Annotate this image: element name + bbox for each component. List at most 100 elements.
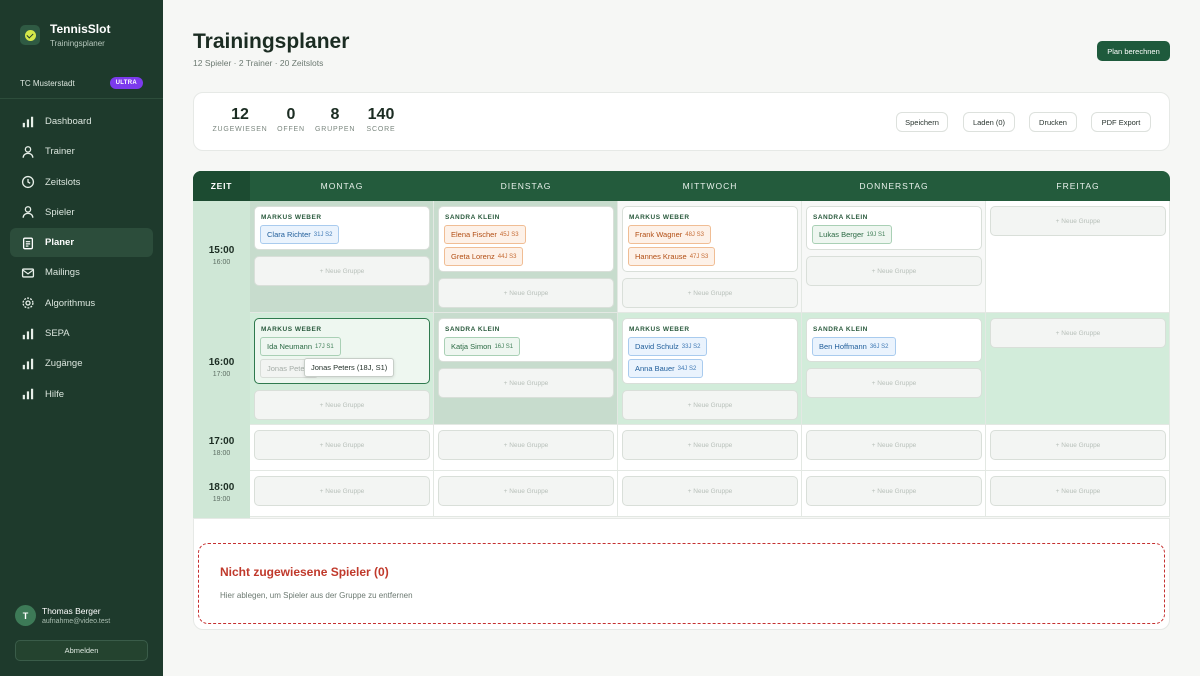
sidebar-item-algorithmus[interactable]: Algorithmus bbox=[10, 289, 153, 318]
player-chip[interactable]: Frank Wagner 48J S3 bbox=[628, 225, 711, 244]
player-meta: 19J S1 bbox=[866, 231, 886, 238]
group-trainer-name: SANDRA KLEIN bbox=[445, 214, 500, 221]
group-trainer-name: MARKUS WEBER bbox=[629, 214, 690, 221]
player-chip[interactable]: Ida Neumann 17J S1 bbox=[260, 337, 341, 356]
person-icon bbox=[20, 205, 35, 220]
app-name: TennisSlot bbox=[50, 22, 111, 36]
page-title: Trainingsplaner bbox=[193, 30, 350, 53]
training-group-card[interactable]: SANDRA KLEIN Ben Hoffmann 36J S2 bbox=[806, 318, 982, 362]
new-group-button[interactable]: + Neue Gruppe bbox=[254, 256, 430, 286]
new-group-button[interactable]: + Neue Gruppe bbox=[806, 256, 982, 286]
group-trainer-name: SANDRA KLEIN bbox=[445, 326, 500, 333]
player-name: Katja Simon bbox=[451, 342, 492, 351]
user-name: Thomas Berger bbox=[42, 606, 101, 616]
new-group-button[interactable]: + Neue Gruppe bbox=[990, 430, 1166, 460]
drag-preview-tooltip: Jonas Peters (18J, S1) bbox=[304, 358, 395, 377]
new-group-button[interactable]: + Neue Gruppe bbox=[622, 476, 798, 506]
sidebar-item-zeitslots[interactable]: Zeitslots bbox=[10, 168, 153, 197]
stat-label: SCORE bbox=[366, 126, 396, 133]
new-group-button[interactable]: + Neue Gruppe bbox=[622, 278, 798, 308]
avatar: T bbox=[15, 605, 36, 626]
save-button[interactable]: Speichern bbox=[896, 112, 948, 132]
training-group-card[interactable]: MARKUS WEBER Frank Wagner 48J S3 Hannes Kra… bbox=[622, 206, 798, 272]
player-meta: 17J S1 bbox=[315, 343, 334, 350]
new-group-button[interactable]: + Neue Gruppe bbox=[990, 318, 1166, 348]
player-name: Clara Richter bbox=[267, 230, 311, 239]
new-group-button[interactable]: + Neue Gruppe bbox=[438, 476, 614, 506]
sidebar: TennisSlot Trainingsplaner TC Musterstad… bbox=[0, 0, 163, 676]
player-meta: 48J S3 bbox=[685, 231, 704, 238]
new-group-button[interactable]: + Neue Gruppe bbox=[254, 430, 430, 460]
new-group-button[interactable]: + Neue Gruppe bbox=[806, 368, 982, 398]
sidebar-item-planer[interactable]: Planer bbox=[10, 228, 153, 258]
bar-chart-icon bbox=[20, 387, 35, 402]
player-chip[interactable]: Katja Simon 16J S1 bbox=[444, 337, 521, 356]
time-column: 15:00 16:00 16:00 17:00 17:00 18:00 18:00 19:00 bbox=[193, 201, 250, 518]
day-header-donnerstag: DONNERSTAG bbox=[859, 181, 929, 191]
unassigned-hint: Hier ablegen, um Spieler aus der Gruppe … bbox=[220, 591, 413, 600]
group-trainer-name: MARKUS WEBER bbox=[629, 326, 690, 333]
new-group-button[interactable]: + Neue Gruppe bbox=[806, 476, 982, 506]
new-group-button[interactable]: + Neue Gruppe bbox=[990, 476, 1166, 506]
day-header-freitag: FREITAG bbox=[1056, 181, 1100, 191]
training-group-card[interactable]: MARKUS WEBER David Schulz 33J S2 Anna Bauer… bbox=[622, 318, 798, 384]
sidebar-item-sepa[interactable]: SEPA bbox=[10, 319, 153, 348]
print-button[interactable]: Drucken bbox=[1029, 112, 1077, 132]
player-chip[interactable]: Hannes Krause 47J S3 bbox=[628, 247, 716, 266]
player-chip[interactable]: Anna Bauer 34J S2 bbox=[628, 359, 704, 378]
sidebar-item-label: Planer bbox=[45, 237, 75, 249]
new-group-button[interactable]: + Neue Gruppe bbox=[806, 430, 982, 460]
sidebar-item-mailings[interactable]: Mailings bbox=[10, 258, 153, 287]
sidebar-nav: Dashboard Trainer Zeitslots Spieler Planer Ma… bbox=[10, 107, 153, 410]
new-group-button[interactable]: + Neue Gruppe bbox=[254, 390, 430, 420]
player-meta: 45J S3 bbox=[499, 231, 519, 238]
sidebar-item-label: Mailings bbox=[45, 267, 80, 279]
day-header-montag: MONTAG bbox=[320, 181, 364, 191]
calculate-plan-button[interactable]: Plan berechnen bbox=[1097, 41, 1170, 61]
page-subtitle: 12 Spieler · 2 Trainer · 20 Zeitslots bbox=[193, 58, 324, 68]
sidebar-item-spieler[interactable]: Spieler bbox=[10, 198, 153, 227]
time-slot-label: 18:00 19:00 bbox=[193, 482, 250, 503]
player-chip[interactable]: Elena Fischer 45J S3 bbox=[444, 225, 526, 244]
new-group-button[interactable]: + Neue Gruppe bbox=[438, 368, 614, 398]
training-group-card[interactable]: SANDRA KLEIN Elena Fischer 45J S3 Greta Lor… bbox=[438, 206, 614, 272]
player-meta: 33J S2 bbox=[681, 343, 701, 350]
bar-chart-icon bbox=[20, 114, 35, 129]
training-group-card[interactable]: MARKUS WEBER Clara Richter 31J S2 bbox=[254, 206, 430, 250]
stat-label: OFFEN bbox=[277, 126, 305, 133]
new-group-button[interactable]: + Neue Gruppe bbox=[254, 476, 430, 506]
unassigned-dropzone[interactable]: Nicht zugewiesene Spieler (0) Hier ableg… bbox=[198, 543, 1165, 624]
new-group-button[interactable]: + Neue Gruppe bbox=[622, 430, 798, 460]
group-trainer-name: MARKUS WEBER bbox=[261, 326, 322, 333]
sidebar-item-hilfe[interactable]: Hilfe bbox=[10, 380, 153, 409]
player-chip[interactable]: Clara Richter 31J S2 bbox=[260, 225, 340, 244]
stat-label: ZUGEWIESEN bbox=[212, 126, 268, 133]
sidebar-divider bbox=[0, 98, 163, 99]
player-chip[interactable]: David Schulz 33J S2 bbox=[628, 337, 708, 356]
sidebar-item-trainer[interactable]: Trainer bbox=[10, 137, 153, 166]
player-chip[interactable]: Lukas Berger 19J S1 bbox=[812, 225, 893, 244]
sidebar-item-zugaenge[interactable]: Zugänge bbox=[10, 349, 153, 378]
pdf-export-button[interactable]: PDF Export bbox=[1091, 112, 1151, 132]
group-trainer-name: SANDRA KLEIN bbox=[813, 214, 868, 221]
schedule-header: ZEIT MONTAG DIENSTAG MITTWOCH DONNERSTAG FRE… bbox=[193, 171, 1170, 201]
training-group-card[interactable]: SANDRA KLEIN Lukas Berger 19J S1 bbox=[806, 206, 982, 250]
stat-label: GRUPPEN bbox=[315, 126, 356, 133]
training-group-card[interactable]: SANDRA KLEIN Katja Simon 16J S1 bbox=[438, 318, 614, 362]
load-button[interactable]: Laden (0) bbox=[963, 112, 1015, 132]
new-group-button[interactable]: + Neue Gruppe bbox=[438, 430, 614, 460]
sidebar-item-dashboard[interactable]: Dashboard bbox=[10, 107, 153, 136]
sidebar-item-label: Dashboard bbox=[45, 116, 92, 127]
new-group-button[interactable]: + Neue Gruppe bbox=[990, 206, 1166, 236]
brand[interactable]: TennisSlot Trainingsplaner bbox=[20, 22, 110, 48]
new-group-button[interactable]: + Neue Gruppe bbox=[438, 278, 614, 308]
player-chip[interactable]: Greta Lorenz 44J S3 bbox=[444, 247, 524, 266]
sidebar-item-label: Spieler bbox=[45, 206, 75, 218]
time-end: 19:00 bbox=[212, 496, 231, 503]
logout-button[interactable]: Abmelden bbox=[15, 640, 148, 661]
player-chip[interactable]: Ben Hoffmann 36J S2 bbox=[812, 337, 896, 356]
stat-value: 140 bbox=[367, 106, 395, 123]
new-group-button[interactable]: + Neue Gruppe bbox=[622, 390, 798, 420]
sidebar-item-label: SEPA bbox=[45, 328, 70, 340]
stat-open: 0 OFFEN bbox=[276, 106, 306, 133]
